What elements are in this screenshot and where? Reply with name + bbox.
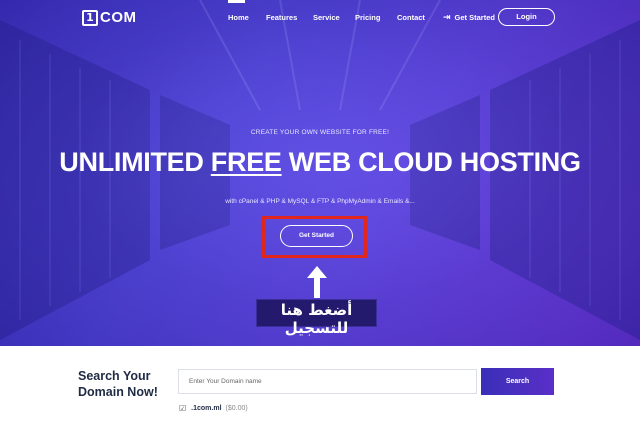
search-button[interactable]: Search xyxy=(481,368,554,395)
login-button[interactable]: Login xyxy=(498,8,555,26)
tld-option[interactable]: ☑ .1com.ml ($0.00) xyxy=(179,404,248,413)
sign-in-icon: ⇥ xyxy=(443,12,451,22)
headline-pre: UNLIMITED xyxy=(59,147,211,177)
nav-pricing[interactable]: Pricing xyxy=(355,13,380,22)
nav-features[interactable]: Features xyxy=(266,13,297,22)
domain-search-title-line1: Search Your xyxy=(78,369,151,383)
nav-home[interactable]: Home xyxy=(228,13,249,22)
nav-service[interactable]: Service xyxy=(313,13,340,22)
tld-name: .1com.ml xyxy=(191,405,222,412)
nav-get-started[interactable]: ⇥ Get Started xyxy=(443,12,495,23)
headline-free: FREE xyxy=(210,147,282,177)
hero-subtitle: CREATE YOUR OWN WEBSITE FOR FREE! xyxy=(250,129,390,136)
nav-active-indicator xyxy=(228,0,245,3)
annotation-text: أضغط هنا للتسجيل xyxy=(280,301,353,337)
domain-search-title: Search Your Domain Now! xyxy=(78,368,158,400)
logo-text: COM xyxy=(100,9,137,26)
domain-search-title-line2: Domain Now! xyxy=(78,385,158,399)
get-started-button[interactable]: Get Started xyxy=(280,225,353,247)
domain-search-input[interactable] xyxy=(178,369,477,394)
headline-post: WEB CLOUD HOSTING xyxy=(281,147,581,177)
site-logo[interactable]: 1 COM xyxy=(82,9,137,26)
tld-price: ($0.00) xyxy=(225,405,248,412)
hero-features: with cPanel & PHP & MySQL & FTP & PhpMyA… xyxy=(225,198,415,205)
checkbox-icon[interactable]: ☑ xyxy=(179,404,186,413)
hero-section: 1 COM Home Features Service Pricing Cont… xyxy=(0,0,640,346)
logo-mark: 1 xyxy=(82,9,98,26)
up-arrow-icon xyxy=(307,266,327,298)
nav-contact[interactable]: Contact xyxy=(397,13,425,22)
hero-headline: UNLIMITED FREE WEB CLOUD HOSTING xyxy=(0,147,640,178)
nav-get-started-label: Get Started xyxy=(454,13,495,22)
